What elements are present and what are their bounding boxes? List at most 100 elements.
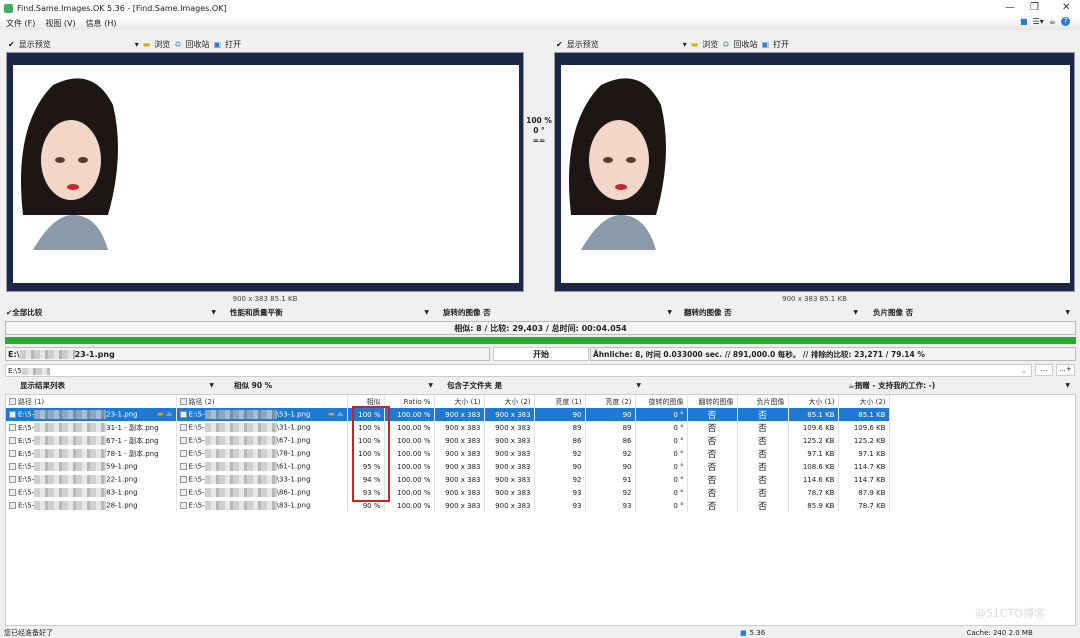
- folder-input[interactable]: E:\5 ⌄: [5, 364, 1032, 377]
- compare-all-dropdown[interactable]: ✔ 全部比较 ▼: [6, 307, 222, 318]
- menu-view[interactable]: 视图 (V): [45, 18, 75, 29]
- left-preview-toolbar: ✔ 显示预览 ▾ ▬ 浏览 ♻ 回收站 ▣ 打开: [8, 39, 242, 50]
- row-checkbox[interactable]: [179, 450, 187, 457]
- flipped-dropdown[interactable]: 翻转的图像 否 ▼: [684, 307, 864, 318]
- cell: 86: [585, 434, 636, 447]
- add-folder-button[interactable]: ...+: [1056, 364, 1075, 376]
- app-icon: [4, 3, 13, 13]
- browse-button[interactable]: 浏览: [154, 39, 170, 50]
- close-button[interactable]: ✕: [1062, 2, 1070, 13]
- donate-icon[interactable]: ☕: [1049, 17, 1056, 26]
- cell: 108.6 KB: [788, 460, 839, 473]
- cell: 85.1 KB: [838, 408, 890, 421]
- row-checkbox[interactable]: [9, 411, 16, 418]
- status-bar: 您已经准备好了 ■ 5.36 Cache: 240 2.0 MB: [0, 628, 1080, 638]
- table-row[interactable]: E:\5- 83-1.png E:\5- \86-1.png 93 % 100.00 % 9…: [6, 486, 890, 499]
- subfolders-dropdown[interactable]: 包含子文件夹 是 ▼: [447, 380, 647, 391]
- folder-icon[interactable]: ▬ ⏏: [328, 410, 343, 418]
- column-header[interactable]: 路径 (2): [176, 395, 348, 408]
- row-checkbox[interactable]: [179, 502, 187, 509]
- cache-text: Cache: 240 2.0 MB: [966, 629, 1033, 637]
- cell: 85.1 KB: [788, 408, 839, 421]
- compare-info: 100 % 0 ° ==: [524, 116, 554, 146]
- check-icon[interactable]: ✔: [8, 40, 15, 49]
- cell: 900 x 383: [434, 421, 485, 434]
- column-header[interactable]: 大小 (2): [484, 395, 535, 408]
- folder-icon[interactable]: ▬ ⏏: [157, 410, 172, 418]
- rotated-dropdown[interactable]: 旋转的图像 否 ▼: [443, 307, 678, 318]
- browse-button[interactable]: 浏览: [702, 39, 718, 50]
- open-button[interactable]: 打开: [225, 39, 241, 50]
- column-header[interactable]: 路径 (1): [6, 395, 177, 408]
- table-row[interactable]: E:\5- 67-1 - 副本.png E:\5- \67-1.png 100 % 100…: [6, 434, 890, 447]
- open-button[interactable]: 打开: [773, 39, 789, 50]
- maximize-button[interactable]: ❐: [1030, 2, 1039, 13]
- list-icon[interactable]: ☰▾: [1033, 17, 1044, 26]
- column-header[interactable]: 大小 (1): [434, 395, 485, 408]
- table-row[interactable]: E:\5- 22-1.png E:\5- \33-1.png 94 % 100.00 % 9…: [6, 473, 890, 486]
- column-header[interactable]: 翻转的图像: [687, 395, 738, 408]
- cell: 85.9 KB: [788, 499, 839, 512]
- menu-file[interactable]: 文件 (F): [6, 18, 35, 29]
- left-preview-pane[interactable]: [6, 52, 524, 292]
- row-checkbox[interactable]: [9, 489, 16, 496]
- column-header[interactable]: 旋转的图像: [635, 395, 688, 408]
- recycle-button[interactable]: 回收站: [185, 39, 209, 50]
- table-row[interactable]: E:\5- 23-1.png ▬ ⏏ E:\5- \53-1.png ▬ ⏏ 100 % 10…: [6, 408, 890, 421]
- right-preview-pane[interactable]: [554, 52, 1075, 292]
- performance-dropdown[interactable]: 性能和质量平衡 ▼: [230, 307, 435, 318]
- toolbar-right-icons: ■ ☰▾ ☕?: [1020, 17, 1070, 26]
- cell: 0 °: [635, 460, 688, 473]
- row-checkbox[interactable]: [179, 476, 187, 483]
- column-header[interactable]: 亮度 (2): [585, 395, 636, 408]
- check-icon[interactable]: ✔: [556, 40, 563, 49]
- similarity-dropdown[interactable]: 相似 90 % ▼: [234, 380, 439, 391]
- start-button[interactable]: 开始: [493, 347, 589, 361]
- title-bar: Find.Same.Images.OK 5.36 - [Find.Same.Im…: [0, 0, 1080, 16]
- column-header[interactable]: 负片图像: [737, 395, 789, 408]
- column-header[interactable]: 大小 (2): [838, 395, 890, 408]
- column-header[interactable]: 大小 (1): [788, 395, 839, 408]
- row-checkbox[interactable]: [179, 411, 187, 418]
- row-checkbox[interactable]: [9, 437, 16, 444]
- table-row[interactable]: E:\5- 78-1 - 副本.png E:\5- \78-1.png 100 % 100…: [6, 447, 890, 460]
- chevron-down-icon[interactable]: ⌄: [1021, 365, 1027, 377]
- negative-dropdown[interactable]: 负片图像 否 ▼: [873, 307, 1076, 318]
- row-checkbox[interactable]: [9, 424, 16, 431]
- select-all-checkbox[interactable]: [9, 398, 16, 405]
- cell: 900 x 383: [484, 434, 535, 447]
- select-all-checkbox[interactable]: [179, 398, 187, 405]
- show-list-dropdown[interactable]: 显示结果列表 ▼: [20, 380, 220, 391]
- column-header[interactable]: 亮度 (1): [534, 395, 586, 408]
- help-icon[interactable]: ?: [1060, 17, 1070, 26]
- cell: 900 x 383: [484, 447, 535, 460]
- row-checkbox[interactable]: [179, 463, 187, 470]
- table-row[interactable]: E:\5- 59-1.png E:\5- \61-1.png 95 % 100.00 % 9…: [6, 460, 890, 473]
- minimize-button[interactable]: —: [1005, 2, 1015, 13]
- language-icon[interactable]: ■: [1020, 17, 1028, 26]
- donate-dropdown[interactable]: ☕ 捐赠 - 支持我的工作: -) ▼: [848, 380, 1076, 391]
- column-header[interactable]: Ratio %: [384, 395, 435, 408]
- row-checkbox[interactable]: [179, 489, 187, 496]
- row-checkbox[interactable]: [9, 463, 16, 470]
- row-checkbox[interactable]: [179, 424, 187, 431]
- compare-similarity: 100 %: [526, 116, 552, 125]
- cell: 否: [687, 434, 738, 447]
- show-preview-toggle[interactable]: 显示预览: [19, 39, 129, 50]
- menu-info[interactable]: 信息 (H): [86, 18, 117, 29]
- cell: 0 °: [635, 434, 688, 447]
- cell: 否: [687, 421, 738, 434]
- row-checkbox[interactable]: [9, 476, 16, 483]
- cell: 114.7 KB: [838, 460, 890, 473]
- show-preview-toggle[interactable]: 显示预览: [567, 39, 677, 50]
- table-row[interactable]: E:\5- 28-1.png E:\5- \83-1.png 90 % 100.00 % 9…: [6, 499, 890, 512]
- row-checkbox[interactable]: [179, 437, 187, 444]
- cell: 0 °: [635, 473, 688, 486]
- cell: 900 x 383: [434, 486, 485, 499]
- row-checkbox[interactable]: [9, 502, 16, 509]
- recycle-button[interactable]: 回收站: [733, 39, 757, 50]
- browse-folder-button[interactable]: ...: [1035, 364, 1053, 376]
- row-checkbox[interactable]: [9, 450, 16, 457]
- table-row[interactable]: E:\5- 31-1 - 副本.png E:\5- \31-1.png 100 % 100…: [6, 421, 890, 434]
- folder-icon: ▬: [142, 39, 151, 49]
